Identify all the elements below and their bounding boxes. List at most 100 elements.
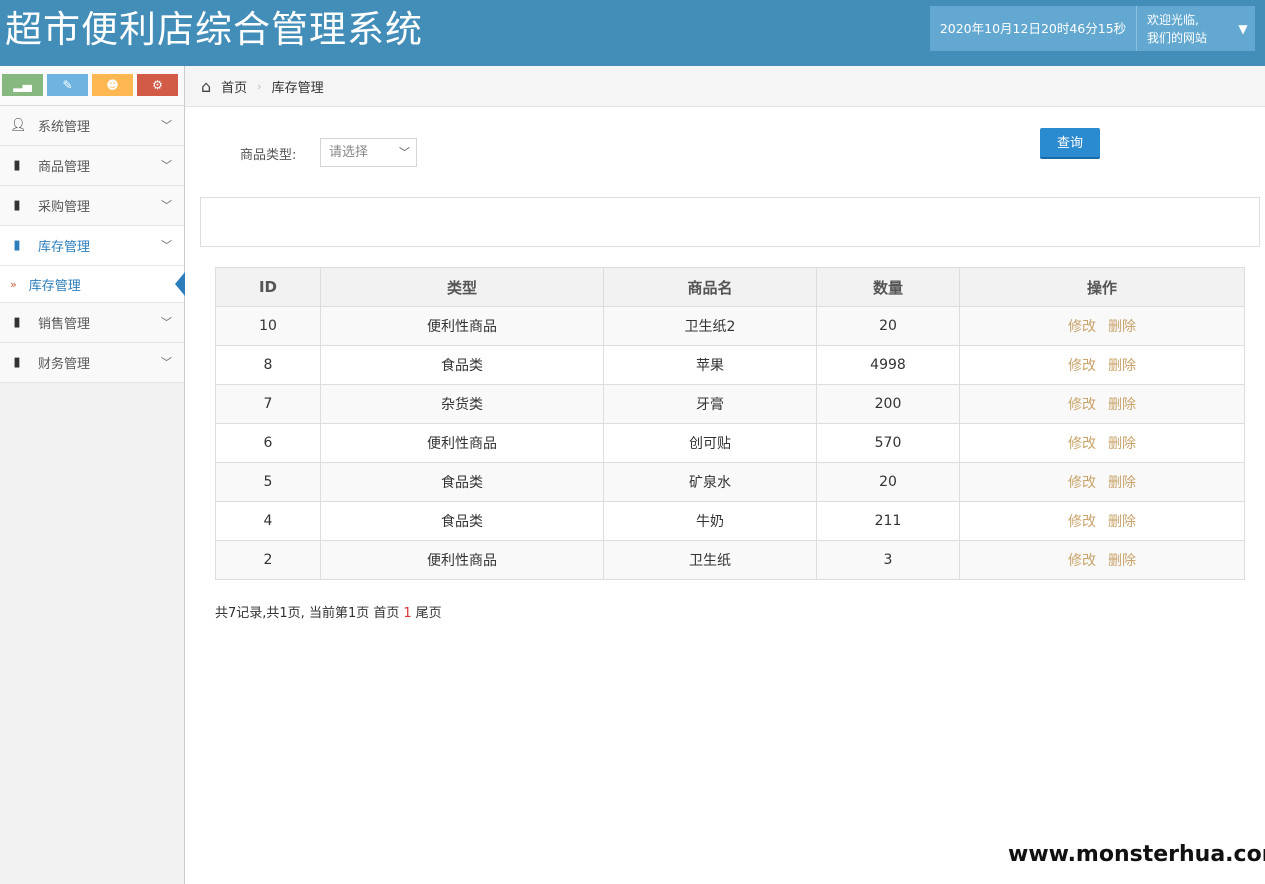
watermark-text: www.monsterhua.com bbox=[1008, 842, 1265, 867]
cell-type: 食品类 bbox=[320, 345, 604, 385]
app-title: 超市便利店综合管理系统 bbox=[5, 8, 423, 51]
breadcrumb-current: 库存管理 bbox=[271, 80, 324, 96]
sidebar-subitem-label: 库存管理 bbox=[28, 278, 81, 294]
watermark: www.monsterhua.com bbox=[1005, 828, 1265, 884]
pagination: 共7记录,共1页, 当前第1页 首页 1 尾页 bbox=[215, 602, 442, 621]
col-header-id: ID bbox=[215, 267, 321, 307]
cell-id: 8 bbox=[215, 345, 321, 385]
inventory-table: ID 类型 商品名 数量 操作 10 便利性商品 卫生纸2 20 修改 删除 8 食品类 苹果 4… bbox=[215, 267, 1245, 580]
delete-link[interactable]: 删除 bbox=[1108, 514, 1136, 530]
col-header-quantity: 数量 bbox=[816, 267, 960, 307]
caret-down-icon[interactable]: ▼ bbox=[1231, 22, 1255, 36]
delete-link[interactable]: 删除 bbox=[1108, 397, 1136, 413]
cell-actions: 修改 删除 bbox=[959, 306, 1245, 346]
chevron-down-icon: ﹀ bbox=[161, 159, 172, 172]
message-panel bbox=[200, 197, 1260, 247]
current-page[interactable]: 1 bbox=[403, 606, 411, 621]
chevron-down-icon: ﹀ bbox=[161, 199, 172, 212]
edit-link[interactable]: 修改 bbox=[1068, 397, 1096, 413]
sidebar-item-purchase[interactable]: ▮ 采购管理 ﹀ bbox=[0, 186, 184, 226]
cell-type: 食品类 bbox=[320, 462, 604, 502]
sidebar-item-label: 销售管理 bbox=[38, 317, 91, 332]
pagination-summary: 共7记录,共1页, 当前第1页 首页 bbox=[215, 606, 400, 621]
pencil-icon[interactable]: ✎ bbox=[47, 74, 88, 96]
cell-actions: 修改 删除 bbox=[959, 423, 1245, 463]
cell-name: 卫生纸2 bbox=[603, 306, 817, 346]
chevron-down-icon: ﹀ bbox=[161, 119, 172, 132]
edit-link[interactable]: 修改 bbox=[1068, 514, 1096, 530]
cell-name: 卫生纸 bbox=[603, 540, 817, 580]
goods-type-select[interactable]: 请选择 ﹀ bbox=[320, 138, 417, 167]
table-row: 2 便利性商品 卫生纸 3 修改 删除 bbox=[215, 540, 1245, 580]
col-header-name: 商品名 bbox=[603, 267, 817, 307]
sidebar-item-system[interactable]: 👤︎ 系统管理 ﹀ bbox=[0, 106, 184, 146]
cell-quantity: 570 bbox=[816, 423, 960, 463]
cogs-icon[interactable]: ⚙ bbox=[137, 74, 178, 96]
sidebar-item-label: 财务管理 bbox=[38, 357, 91, 372]
group-icon[interactable]: ☻ bbox=[92, 74, 133, 96]
cell-type: 杂货类 bbox=[320, 384, 604, 424]
sidebar-item-label: 采购管理 bbox=[38, 200, 91, 215]
cell-type: 食品类 bbox=[320, 501, 604, 541]
home-icon[interactable]: ⌂ bbox=[201, 77, 211, 96]
sidebar-subitem-inventory[interactable]: » 库存管理 bbox=[0, 266, 185, 303]
cell-actions: 修改 删除 bbox=[959, 345, 1245, 385]
delete-link[interactable]: 删除 bbox=[1108, 436, 1136, 452]
edit-link[interactable]: 修改 bbox=[1068, 553, 1096, 569]
cell-quantity: 200 bbox=[816, 384, 960, 424]
goods-type-placeholder: 请选择 bbox=[329, 145, 369, 160]
cell-quantity: 20 bbox=[816, 306, 960, 346]
table-header-row: ID 类型 商品名 数量 操作 bbox=[215, 267, 1245, 307]
bookmark-icon: ▮ bbox=[13, 315, 21, 330]
bookmark-icon: ▮ bbox=[13, 158, 21, 173]
edit-link[interactable]: 修改 bbox=[1068, 358, 1096, 374]
top-header: 超市便利店综合管理系统 2020年10月12日20时46分15秒 欢迎光临, 我… bbox=[0, 0, 1265, 66]
cell-quantity: 211 bbox=[816, 501, 960, 541]
user-info-box[interactable]: 2020年10月12日20时46分15秒 欢迎光临, 我们的网站 ▼ bbox=[930, 6, 1255, 51]
bookmark-icon: ▮ bbox=[13, 238, 21, 253]
cell-quantity: 3 bbox=[816, 540, 960, 580]
cell-type: 便利性商品 bbox=[320, 306, 604, 346]
table-row: 5 食品类 矿泉水 20 修改 删除 bbox=[215, 462, 1245, 502]
cell-actions: 修改 删除 bbox=[959, 501, 1245, 541]
cell-id: 5 bbox=[215, 462, 321, 502]
goods-type-label: 商品类型: bbox=[240, 148, 297, 163]
sidebar-item-goods[interactable]: ▮ 商品管理 ﹀ bbox=[0, 146, 184, 186]
edit-link[interactable]: 修改 bbox=[1068, 475, 1096, 491]
active-indicator bbox=[175, 272, 185, 296]
table-row: 7 杂货类 牙膏 200 修改 删除 bbox=[215, 384, 1245, 424]
signal-icon[interactable]: ▂▄ bbox=[2, 74, 43, 96]
col-header-actions: 操作 bbox=[959, 267, 1245, 307]
table-row: 4 食品类 牛奶 211 修改 删除 bbox=[215, 501, 1245, 541]
edit-link[interactable]: 修改 bbox=[1068, 436, 1096, 452]
user-icon: 👤︎ bbox=[10, 118, 27, 133]
breadcrumb-home[interactable]: 首页 bbox=[221, 77, 247, 96]
welcome-line2: 我们的网站 bbox=[1147, 30, 1208, 45]
chevron-down-icon: ﹀ bbox=[161, 356, 172, 369]
cell-type: 便利性商品 bbox=[320, 423, 604, 463]
cell-id: 2 bbox=[215, 540, 321, 580]
sidebar-item-inventory[interactable]: ▮ 库存管理 ﹀ bbox=[0, 226, 184, 266]
cell-actions: 修改 删除 bbox=[959, 384, 1245, 424]
bookmark-icon: ▮ bbox=[13, 355, 21, 370]
table-row: 6 便利性商品 创可贴 570 修改 删除 bbox=[215, 423, 1245, 463]
cell-quantity: 20 bbox=[816, 462, 960, 502]
cell-actions: 修改 删除 bbox=[959, 540, 1245, 580]
cell-actions: 修改 删除 bbox=[959, 462, 1245, 502]
edit-link[interactable]: 修改 bbox=[1068, 319, 1096, 335]
cell-quantity: 4998 bbox=[816, 345, 960, 385]
sidebar-item-sales[interactable]: ▮ 销售管理 ﹀ bbox=[0, 303, 184, 343]
query-button[interactable]: 查询 bbox=[1040, 128, 1100, 159]
delete-link[interactable]: 删除 bbox=[1108, 358, 1136, 374]
table-row: 8 食品类 苹果 4998 修改 删除 bbox=[215, 345, 1245, 385]
last-page-link[interactable]: 尾页 bbox=[416, 606, 442, 621]
cell-name: 苹果 bbox=[603, 345, 817, 385]
sidebar-item-finance[interactable]: ▮ 财务管理 ﹀ bbox=[0, 343, 184, 383]
delete-link[interactable]: 删除 bbox=[1108, 475, 1136, 491]
cell-name: 创可贴 bbox=[603, 423, 817, 463]
delete-link[interactable]: 删除 bbox=[1108, 319, 1136, 335]
delete-link[interactable]: 删除 bbox=[1108, 553, 1136, 569]
chevron-right-icon: › bbox=[257, 79, 262, 93]
bookmark-icon: ▮ bbox=[13, 198, 21, 213]
cell-id: 7 bbox=[215, 384, 321, 424]
